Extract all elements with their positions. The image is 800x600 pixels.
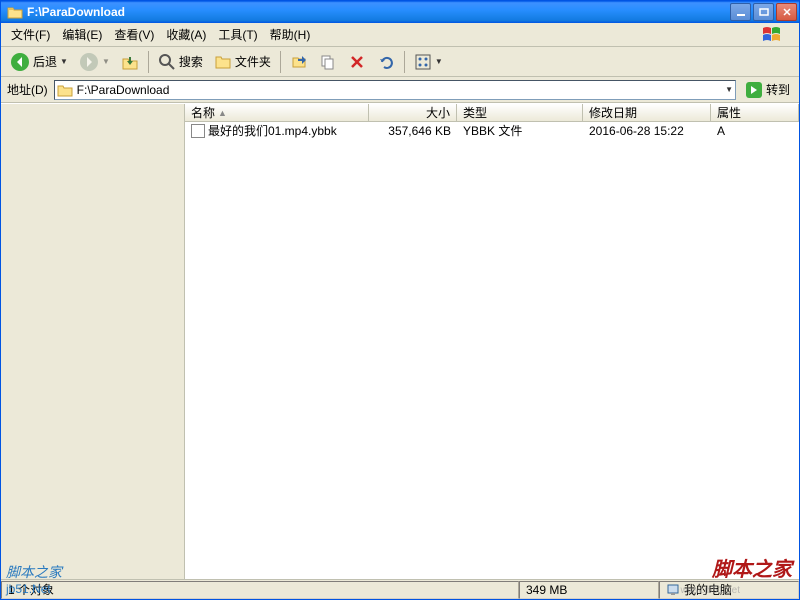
menu-help[interactable]: 帮助(H) [264, 24, 317, 45]
go-button[interactable]: 转到 [740, 78, 795, 102]
column-size[interactable]: 大小 [369, 104, 457, 121]
up-folder-icon [121, 53, 139, 71]
menu-bar: 文件(F) 编辑(E) 查看(V) 收藏(A) 工具(T) 帮助(H) [1, 23, 799, 47]
menu-favorites[interactable]: 收藏(A) [160, 24, 212, 45]
close-button[interactable] [776, 3, 797, 21]
watermark-text: 脚本之家 [6, 562, 62, 582]
menu-view[interactable]: 查看(V) [108, 24, 160, 45]
file-date: 2016-06-28 15:22 [583, 123, 711, 139]
column-type[interactable]: 类型 [457, 104, 583, 121]
chevron-down-icon: ▼ [435, 57, 443, 66]
menu-edit[interactable]: 编辑(E) [56, 24, 108, 45]
go-icon [745, 81, 763, 99]
column-attr[interactable]: 属性 [711, 104, 799, 121]
views-icon [414, 53, 432, 71]
address-input[interactable] [73, 83, 725, 97]
title-bar[interactable]: F:\ParaDownload [1, 1, 799, 23]
minimize-button[interactable] [730, 3, 751, 21]
folders-button[interactable]: 文件夹 [209, 50, 276, 74]
back-button[interactable]: 后退 ▼ [5, 49, 73, 75]
watermark-text: www.jb51.net [681, 585, 740, 596]
windows-logo-icon [759, 24, 795, 44]
column-date[interactable]: 修改日期 [583, 104, 711, 121]
file-icon [191, 124, 205, 138]
status-size: 349 MB [519, 581, 659, 599]
computer-icon [666, 583, 680, 597]
column-name[interactable]: 名称▲ [185, 104, 369, 121]
watermark-text: jb51.Net [6, 582, 51, 596]
window-controls [730, 3, 797, 21]
views-button[interactable]: ▼ [409, 50, 448, 74]
watermark-text: 脚本之家 [712, 553, 792, 582]
separator [280, 51, 281, 73]
copy-to-button[interactable] [314, 50, 342, 74]
forward-button[interactable]: ▼ [74, 49, 115, 75]
file-size: 357,646 KB [369, 123, 457, 139]
undo-button[interactable] [372, 50, 400, 74]
copy-icon [319, 53, 337, 71]
explorer-window: F:\ParaDownload 文件(F) 编辑(E) 查看(V) 收藏(A) … [0, 0, 800, 600]
address-label: 地址(D) [5, 81, 50, 98]
move-to-button[interactable] [285, 50, 313, 74]
maximize-button[interactable] [753, 3, 774, 21]
separator [404, 51, 405, 73]
tasks-panel[interactable] [1, 104, 185, 579]
chevron-down-icon: ▼ [60, 57, 68, 66]
up-button[interactable] [116, 50, 144, 74]
separator [148, 51, 149, 73]
folder-icon [57, 83, 73, 97]
sort-asc-icon: ▲ [218, 108, 227, 118]
menu-file[interactable]: 文件(F) [5, 24, 56, 45]
back-icon [10, 52, 30, 72]
folder-icon [7, 5, 23, 19]
file-attr: A [711, 123, 799, 139]
undo-icon [377, 53, 395, 71]
file-name: 最好的我们01.mp4.ybbk [208, 122, 337, 139]
chevron-down-icon[interactable]: ▼ [725, 85, 733, 94]
chevron-down-icon: ▼ [102, 57, 110, 66]
toolbar: 后退 ▼ ▼ 搜索 文件夹 ▼ [1, 47, 799, 77]
address-bar: 地址(D) ▼ 转到 [1, 77, 799, 103]
column-header-row: 名称▲ 大小 类型 修改日期 属性 [185, 104, 799, 122]
search-button[interactable]: 搜索 [153, 50, 208, 74]
window-title: F:\ParaDownload [27, 5, 730, 19]
address-box[interactable]: ▼ [54, 80, 736, 100]
file-row[interactable]: 最好的我们01.mp4.ybbk 357,646 KB YBBK 文件 2016… [185, 122, 799, 139]
status-objects: 1 个对象 [1, 581, 519, 599]
status-bar: 1 个对象 349 MB 我的电脑 [1, 579, 799, 599]
delete-button[interactable] [343, 50, 371, 74]
search-icon [158, 53, 176, 71]
folders-icon [214, 53, 232, 71]
move-icon [290, 53, 308, 71]
menu-tools[interactable]: 工具(T) [212, 24, 263, 45]
delete-icon [348, 53, 366, 71]
file-type: YBBK 文件 [457, 121, 583, 140]
forward-icon [79, 52, 99, 72]
content-area: 名称▲ 大小 类型 修改日期 属性 最好的我们01.mp4.ybbk 357,6… [1, 103, 799, 579]
file-list-pane[interactable]: 名称▲ 大小 类型 修改日期 属性 最好的我们01.mp4.ybbk 357,6… [185, 104, 799, 579]
